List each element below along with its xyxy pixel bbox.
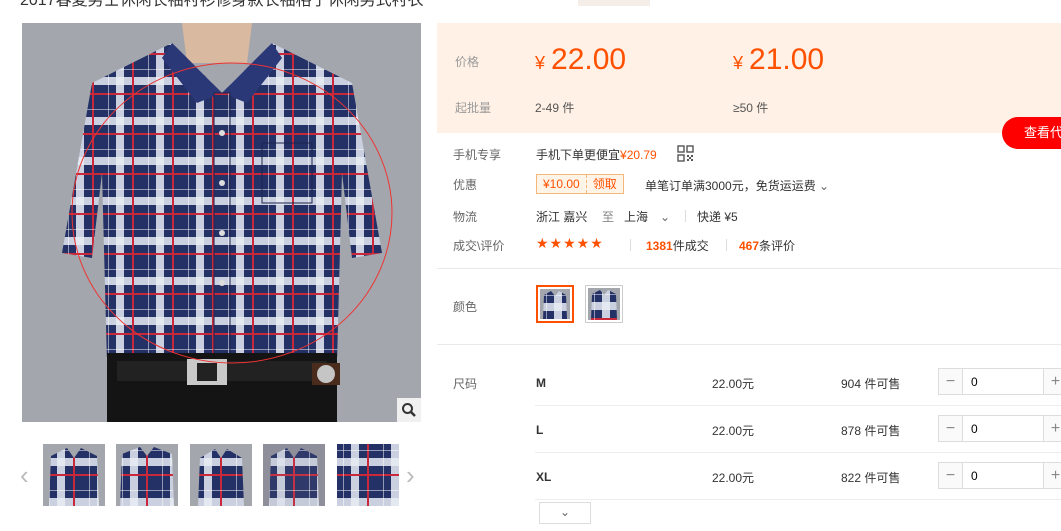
size-name: XL [536,470,552,484]
size-name: L [536,423,544,437]
size-name: M [536,376,546,390]
divider [726,239,727,251]
size-price: 22.00元 [712,471,755,485]
size-price: 22.00元 [712,377,755,391]
plus-button[interactable]: + [1043,369,1061,394]
quantity-input[interactable] [963,416,1043,441]
color-label: 颜色 [453,300,478,314]
chevron-right-icon[interactable]: › [406,460,415,491]
title-tag [578,0,650,6]
row-divider [535,499,1061,500]
size-price: 22.00元 [712,424,755,438]
logistics-label: 物流 [453,210,478,224]
row-divider [535,452,1061,453]
expand-sizes-button[interactable]: ⌄ [539,502,591,524]
magnifier-icon[interactable] [397,398,421,422]
size-stock: 878 件可售 [841,424,901,438]
ship-to-select[interactable]: 上海 ⌄ [624,208,670,225]
plus-button[interactable]: + [1043,416,1061,441]
thumbnail-4[interactable] [263,444,325,506]
quantity-stepper[interactable]: − + [938,368,1061,395]
divider [630,239,631,251]
plus-button[interactable]: + [1043,463,1061,488]
quantity-input[interactable] [963,463,1043,488]
product-title: 2017春夏男士休闲长袖衬衫修身款长袖格子休闲男式衬衣 [20,0,424,9]
price-panel [437,23,1061,133]
price-tier-1: ¥22.00 [535,43,627,76]
main-product-image[interactable] [22,23,421,422]
price-tier-2: ¥21.00 [733,43,825,76]
row-divider [535,405,1061,406]
minus-button[interactable]: − [939,463,963,488]
sold-count[interactable]: 1381件成交 [646,237,709,254]
rating-stars: ★★★★★ [536,235,604,251]
view-agent-button[interactable]: 查看代 [1002,117,1061,149]
qty-tier-1: 2-49 件 [535,101,575,115]
chevron-down-icon: ⌄ [660,210,671,224]
size-stock: 904 件可售 [841,377,901,391]
minus-button[interactable]: − [939,416,963,441]
review-count[interactable]: 467条评价 [739,237,795,254]
thumbnail-3[interactable] [190,444,252,506]
coupon[interactable]: ¥10.00 领取 [536,174,624,194]
coupon-value: ¥10.00 [543,177,580,191]
color-option-1[interactable] [536,285,574,323]
quantity-stepper[interactable]: − + [938,415,1061,442]
discount-label: 优惠 [453,178,478,192]
ship-to-word: 至 [602,210,615,224]
express-fee: 快递 ¥5 [697,210,738,224]
size-label: 尺码 [453,377,478,391]
qty-label: 起批量 [455,101,492,115]
qty-tier-2: ≥50 件 [733,101,769,115]
qr-code-icon[interactable] [677,145,694,165]
shirt-illustration [22,23,421,422]
price-label: 价格 [455,55,480,69]
color-option-2[interactable] [585,285,623,323]
discount-text[interactable]: 单笔订单满3000元，免货运运费 ⌄ [645,177,829,194]
chevron-down-icon: ⌄ [815,179,830,193]
quantity-input[interactable] [963,369,1043,394]
mobile-label: 手机专享 [453,148,502,162]
mobile-offer[interactable]: 手机下单更便宜¥20.79 [536,146,657,163]
section-divider [437,344,1061,345]
quantity-stepper[interactable]: − + [938,462,1061,489]
chevron-left-icon[interactable]: ‹ [20,460,29,491]
section-divider [437,268,1061,269]
size-stock: 822 件可售 [841,471,901,485]
coupon-claim-button[interactable]: 领取 [585,175,623,193]
ship-from: 浙江 嘉兴 [536,210,588,224]
minus-button[interactable]: − [939,369,963,394]
thumbnail-5[interactable] [337,444,399,506]
thumbnail-1[interactable] [43,444,105,506]
chevron-down-icon: ⌄ [559,505,571,519]
deals-label: 成交\评价 [453,239,505,253]
thumbnail-2[interactable] [116,444,178,506]
divider [685,210,686,222]
